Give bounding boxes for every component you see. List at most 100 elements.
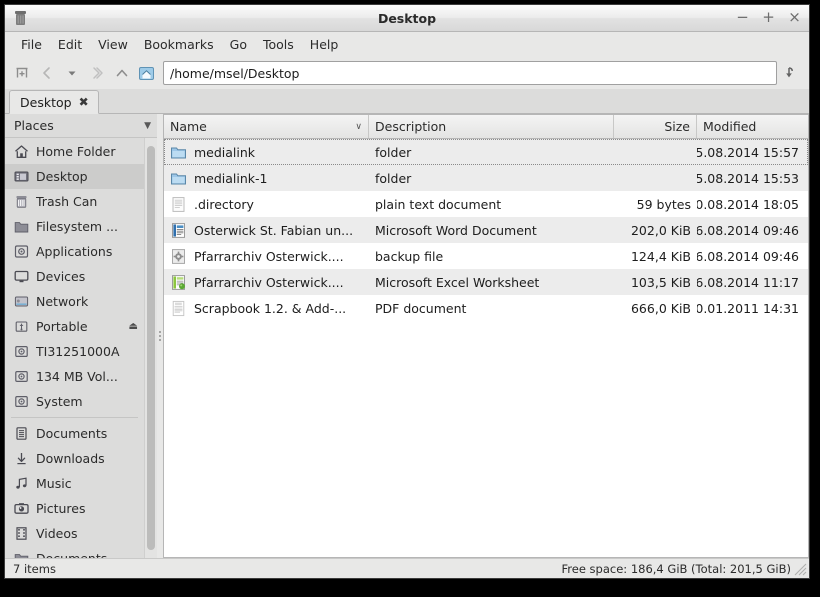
file-name: Pfarrarchiv Osterwick.... [194,248,344,264]
file-modified: 15.08.2014 15:57 [697,144,799,160]
pdf-doc-icon [170,300,187,317]
column-header-row: Name ∨ Description Size Modified [164,115,808,139]
folder-icon [13,219,29,235]
sidebar-item-system[interactable]: System [5,389,144,414]
sidebar-item-trash-can[interactable]: Trash Can [5,189,144,214]
file-modified: 10.01.2011 14:31 [697,300,799,316]
sidebar-item-label: Documents [36,551,107,558]
window-icon [11,9,29,27]
menu-view[interactable]: View [90,35,136,54]
sidebar-separator [11,417,138,418]
applications-icon [13,244,29,260]
sidebar-item-desktop[interactable]: Desktop [5,164,144,189]
new-tab-icon[interactable] [9,61,34,86]
file-description: plain text document [375,196,502,212]
maximize-button[interactable]: + [762,9,775,26]
table-row[interactable]: medialink folder 15.08.2014 15:57 [164,139,808,165]
places-list: Home Folder Desktop Trash Can Filesystem… [5,138,144,558]
menu-edit[interactable]: Edit [50,35,90,54]
column-label: Size [664,119,690,134]
file-description: folder [375,170,412,186]
sidebar-item-label: Network [36,294,89,309]
places-sidebar: Places ▼ Home Folder Desktop Trash Can F… [5,114,157,558]
title-bar: Desktop − + × [5,5,809,32]
sidebar-item-label: Videos [36,526,78,541]
menu-go[interactable]: Go [222,35,255,54]
tab-close-icon[interactable]: ✖ [79,95,89,109]
word-doc-icon [170,222,187,239]
table-row[interactable]: Scrapbook 1.2. & Add-... PDF document 66… [164,295,808,321]
forward-icon[interactable] [84,61,109,86]
sidebar-item-label: Music [36,476,72,491]
sidebar-item-portable[interactable]: Portable ⏏ [5,314,144,339]
minimize-button[interactable]: − [736,9,749,26]
column-header-modified[interactable]: Modified [697,115,808,138]
eject-icon[interactable]: ⏏ [129,321,138,332]
home-folder-icon[interactable] [134,61,159,86]
file-size: 202,0 KiB [630,222,691,238]
menu-help[interactable]: Help [302,35,347,54]
column-header-description[interactable]: Description [369,115,614,138]
up-icon[interactable] [109,61,134,86]
table-row[interactable]: .directory plain text document 59 bytes … [164,191,808,217]
menu-bookmarks[interactable]: Bookmarks [136,35,222,54]
document-icon [13,426,29,442]
music-icon [13,476,29,492]
table-row[interactable]: medialink-1 folder 15.08.2014 15:53 [164,165,808,191]
sidebar-item-label: Trash Can [36,194,98,209]
sidebar-item-ti31251000a[interactable]: TI31251000A [5,339,144,364]
sidebar-item-label: Home Folder [36,144,116,159]
sidebar-item-documents-xdg[interactable]: Documents [5,421,144,446]
sidebar-item-home-folder[interactable]: Home Folder [5,139,144,164]
sidebar-item-documents-bookmark[interactable]: Documents [5,546,144,558]
desktop-icon [13,169,29,185]
sidebar-item-videos[interactable]: Videos [5,521,144,546]
column-header-name[interactable]: Name ∨ [164,115,369,138]
resize-grip[interactable] [793,562,807,576]
file-modified: 15.08.2014 15:53 [697,170,799,186]
places-header[interactable]: Places ▼ [5,114,157,138]
sidebar-item-network[interactable]: Network [5,289,144,314]
menu-file[interactable]: File [13,35,50,54]
places-header-label: Places [14,118,54,133]
sidebar-scrollbar[interactable] [144,138,157,558]
history-chevron-down-icon[interactable] [59,61,84,86]
file-size: 666,0 KiB [630,300,691,316]
file-list-pane: Name ∨ Description Size Modified mediali… [163,114,809,558]
file-name-cell: Scrapbook 1.2. & Add-... [164,300,369,317]
table-row[interactable]: Osterwick St. Fabian un... Microsoft Wor… [164,217,808,243]
sidebar-item-devices[interactable]: Devices [5,264,144,289]
path-history-dropdown-icon[interactable] [779,61,803,86]
splitter-grip [159,331,161,341]
path-entry[interactable]: /home/msel/Desktop [163,61,777,85]
sidebar-item-label: Portable [36,319,88,334]
sidebar-item-filesystem[interactable]: Filesystem ... [5,214,144,239]
file-name: .directory [194,196,254,212]
close-button[interactable]: × [788,9,801,26]
sidebar-scrollbar-thumb[interactable] [147,146,155,550]
sidebar-item-134mb-volume[interactable]: 134 MB Vol... [5,364,144,389]
chevron-down-icon[interactable]: ▼ [144,121,151,131]
table-row[interactable]: Pfarrarchiv Osterwick.... Microsoft Exce… [164,269,808,295]
file-name-cell: .directory [164,196,369,213]
column-label: Description [375,119,447,134]
sidebar-item-downloads[interactable]: Downloads [5,446,144,471]
tab-label: Desktop [20,94,72,110]
file-description: PDF document [375,300,467,316]
sidebar-item-pictures[interactable]: Pictures [5,496,144,521]
main-body: Places ▼ Home Folder Desktop Trash Can F… [5,114,809,558]
pane-splitter[interactable] [157,114,163,558]
usb-drive-icon [13,319,29,335]
trash-icon [13,194,29,210]
table-row[interactable]: Pfarrarchiv Osterwick.... backup file 12… [164,243,808,269]
file-name: medialink-1 [194,170,268,186]
file-size: 103,5 KiB [630,274,691,290]
sidebar-item-label: System [36,394,83,409]
sidebar-item-music[interactable]: Music [5,471,144,496]
menu-tools[interactable]: Tools [255,35,302,54]
column-header-size[interactable]: Size [614,115,697,138]
sidebar-item-applications[interactable]: Applications [5,239,144,264]
drive-icon [13,394,29,410]
tab-desktop[interactable]: Desktop ✖ [9,90,99,114]
back-icon[interactable] [34,61,59,86]
